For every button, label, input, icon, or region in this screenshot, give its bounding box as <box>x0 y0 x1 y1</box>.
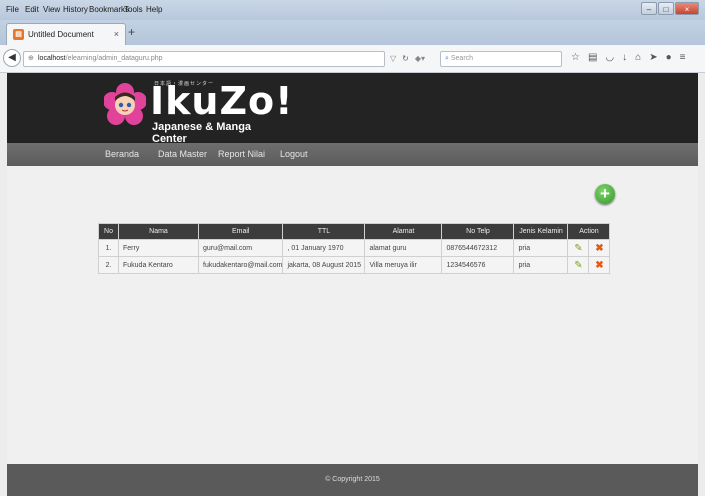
favicon-icon: ▤ <box>13 29 24 40</box>
logo-title-text: IkuZo <box>150 79 276 123</box>
search-engine-icon[interactable]: ◆▾ <box>415 54 425 63</box>
ikuzo-logo[interactable]: 日本語・漫画センター IkuZo! Japanese & Manga Cente… <box>104 79 292 145</box>
cell-alamat: Villa meruya ilir <box>364 256 443 274</box>
delete-cell: ✖ <box>588 256 611 274</box>
site-header: 日本語・漫画センター IkuZo! Japanese & Manga Cente… <box>7 73 698 145</box>
cell-no-telp: 1234546576 <box>441 256 515 274</box>
edit-cell: ✎ <box>567 256 590 274</box>
logo-subtitle: Japanese & Manga Center <box>152 121 252 145</box>
table-row: 1. Ferry guru@mail.com , 01 January 1970… <box>98 239 611 257</box>
delete-x-icon[interactable]: ✖ <box>595 243 603 254</box>
main-nav: Beranda Data Master Report Nilai Logout <box>7 143 698 166</box>
menu-history[interactable]: History <box>63 5 88 14</box>
menu-icon[interactable]: ≡ <box>680 52 686 63</box>
tab-title: Untitled Document <box>28 30 94 39</box>
logo-title: IkuZo! <box>150 81 293 121</box>
table-header-row: No Nama Email TTL Alamat No Telp Jenis K… <box>98 223 611 240</box>
col-no-telp: No Telp <box>441 223 515 240</box>
bookmarks-list-icon[interactable]: ▤ <box>588 52 597 63</box>
flower-mascot-icon <box>104 83 146 125</box>
col-ttl: TTL <box>282 223 366 240</box>
menu-edit[interactable]: Edit <box>25 5 39 14</box>
menu-view[interactable]: View <box>43 5 60 14</box>
menu-help[interactable]: Help <box>146 5 162 14</box>
col-nama: Nama <box>118 223 199 240</box>
search-placeholder: Search <box>450 55 474 62</box>
tab-bar: ▤ Untitled Document × + <box>0 20 705 45</box>
cell-no: 1. <box>98 239 119 257</box>
addon-icon[interactable]: ● <box>666 52 672 63</box>
edit-cell: ✎ <box>567 239 590 257</box>
cell-no-telp: 0876544672312 <box>441 239 515 257</box>
cell-jenis-kelamin: pria <box>513 256 569 274</box>
search-input[interactable]: ⌕ Search <box>440 51 562 67</box>
home-icon[interactable]: ⌂ <box>635 52 641 63</box>
nav-report-nilai[interactable]: Report Nilai <box>218 149 265 159</box>
url-path: /elearning/admin_dataguru.php <box>65 55 163 62</box>
add-guru-button[interactable]: + <box>595 184 615 204</box>
col-alamat: Alamat <box>364 223 443 240</box>
tab-untitled-document[interactable]: ▤ Untitled Document × <box>6 23 126 45</box>
window-controls: – □ × <box>641 2 699 16</box>
copyright-text: © Copyright 2015 <box>325 476 380 483</box>
close-window-button[interactable]: × <box>675 2 699 15</box>
cell-nama: Ferry <box>118 239 199 257</box>
toolbar-icons: ☆ ▤ ◡ ↓ ⌂ ➤ ● ≡ <box>571 52 685 63</box>
tab-close-icon[interactable]: × <box>114 29 119 39</box>
site-footer: © Copyright 2015 <box>7 464 698 496</box>
col-jenis-kelamin: Jenis Kelamin <box>513 223 569 240</box>
guru-table: No Nama Email TTL Alamat No Telp Jenis K… <box>98 223 611 274</box>
logo-exclaim: ! <box>275 79 294 123</box>
back-button[interactable]: ◀ <box>3 49 21 67</box>
col-action: Action <box>567 223 611 240</box>
table-row: 2. Fukuda Kentaro fukudakentaro@mail.com… <box>98 256 611 274</box>
menu-file[interactable]: File <box>6 5 19 14</box>
edit-pencil-icon[interactable]: ✎ <box>574 243 582 254</box>
maximize-button[interactable]: □ <box>658 2 674 15</box>
reload-icon[interactable]: ↻ <box>402 54 409 63</box>
cell-alamat: alamat guru <box>364 239 443 257</box>
nav-logout[interactable]: Logout <box>280 149 308 159</box>
nav-data-master[interactable]: Data Master <box>158 149 207 159</box>
edit-pencil-icon[interactable]: ✎ <box>574 260 582 271</box>
browser-window: File Edit View History Bookmarks Tools H… <box>0 0 705 496</box>
delete-x-icon[interactable]: ✖ <box>595 260 603 271</box>
dropdown-icon[interactable]: ▽ <box>390 54 396 63</box>
download-icon[interactable]: ↓ <box>622 52 627 63</box>
menu-bookmarks[interactable]: Bookmarks <box>89 5 129 14</box>
search-icon: ⌕ <box>445 55 449 62</box>
send-icon[interactable]: ➤ <box>649 52 657 63</box>
cell-ttl: jakarta, 08 August 2015 <box>282 256 366 274</box>
pocket-icon[interactable]: ◡ <box>605 52 614 63</box>
col-no: No <box>98 223 119 240</box>
menu-bar: File Edit View History Bookmarks Tools H… <box>0 0 705 20</box>
delete-cell: ✖ <box>588 239 611 257</box>
cell-email: guru@mail.com <box>197 239 284 257</box>
new-tab-button[interactable]: + <box>128 25 135 39</box>
cell-email: fukudakentaro@mail.com <box>197 256 284 274</box>
nav-beranda[interactable]: Beranda <box>105 149 139 159</box>
bookmark-star-icon[interactable]: ☆ <box>571 52 580 63</box>
cell-ttl: , 01 January 1970 <box>282 239 366 257</box>
navigation-toolbar: ◀ ⊕ localhost/elearning/admin_dataguru.p… <box>0 45 705 73</box>
minimize-button[interactable]: – <box>641 2 657 15</box>
site-info-icon[interactable]: ⊕ <box>28 52 34 66</box>
menu-tools[interactable]: Tools <box>124 5 143 14</box>
col-email: Email <box>197 223 284 240</box>
url-host: localhost <box>38 55 66 62</box>
url-bar[interactable]: ⊕ localhost/elearning/admin_dataguru.php <box>23 51 385 67</box>
cell-jenis-kelamin: pria <box>513 239 569 257</box>
url-controls: ▽ ↻ ◆▾ <box>390 54 425 63</box>
cell-nama: Fukuda Kentaro <box>118 256 199 274</box>
cell-no: 2. <box>98 256 119 274</box>
main-content: + No Nama Email TTL Alamat No Telp Jenis… <box>7 166 698 464</box>
